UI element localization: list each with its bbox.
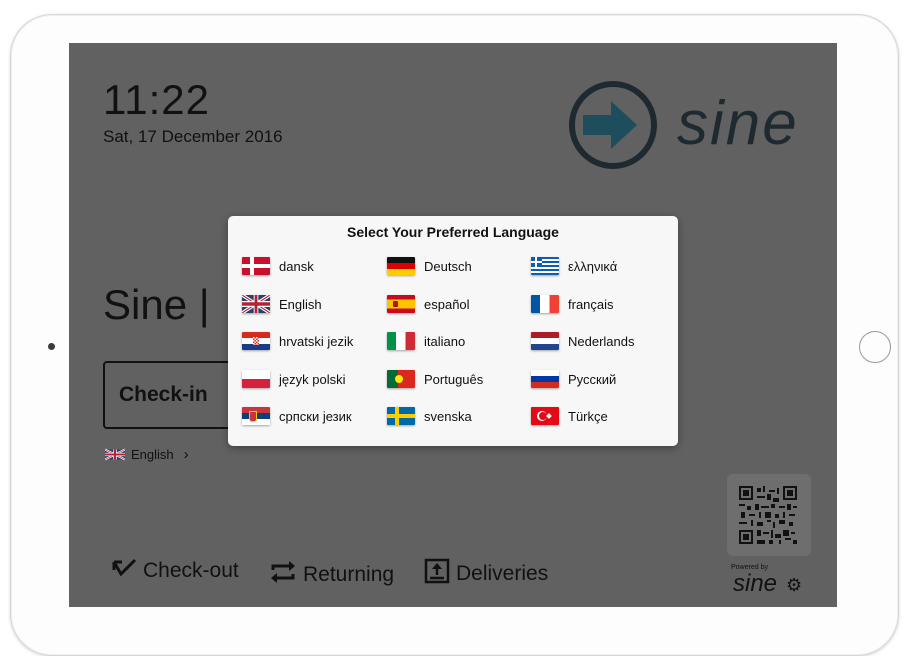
italy-flag-icon (387, 332, 415, 350)
qr-code-icon (739, 486, 797, 544)
language-option-greek[interactable]: ελληνικά (531, 257, 617, 275)
language-option-espanol[interactable]: español (387, 295, 470, 313)
language-option-english[interactable]: English (242, 295, 322, 313)
clock-date: Sat, 17 December 2016 (103, 127, 283, 146)
language-option-hrvatski[interactable]: hrvatski jezik (242, 332, 353, 350)
uk-flag-icon (104, 448, 126, 461)
germany-flag-icon (387, 257, 415, 275)
language-option-polski[interactable]: język polski (242, 370, 345, 388)
clock-time: 11:22 (103, 76, 210, 123)
language-label: English (131, 447, 174, 462)
language-label: español (424, 296, 470, 312)
language-label: français (568, 296, 614, 312)
language-option-francais[interactable]: français (531, 295, 614, 313)
denmark-flag-icon (242, 257, 270, 275)
language-option-srpski[interactable]: српски језик (242, 407, 352, 425)
sweden-flag-icon (387, 407, 415, 425)
brand-logo: sine (677, 89, 799, 158)
qr-code (727, 474, 811, 556)
spain-flag-icon (387, 295, 415, 313)
arrow-down-left-icon (111, 558, 137, 584)
language-label: Русский (568, 371, 617, 387)
repeat-icon (269, 558, 297, 592)
language-option-turkce[interactable]: Türkçe (531, 407, 608, 425)
language-label: српски језик (279, 408, 352, 424)
checkin-label: Check-in (119, 383, 208, 406)
language-modal: Select Your Preferred Language dansk Eng… (228, 216, 678, 446)
russia-flag-icon (531, 370, 559, 388)
language-option-nederlands[interactable]: Nederlands (531, 332, 635, 350)
language-label: English (279, 296, 322, 312)
chevron-right-icon: › (183, 446, 189, 463)
language-label: Português (424, 371, 484, 387)
deliveries-button[interactable]: Deliveries (424, 558, 548, 590)
checkout-button[interactable]: Check-out (111, 558, 239, 584)
language-label: hrvatski jezik (279, 333, 354, 349)
welcome-heading: Sine | (103, 281, 210, 328)
language-option-portugues[interactable]: Português (387, 370, 483, 388)
language-label: Türkçe (568, 408, 608, 424)
language-label: dansk (279, 258, 314, 274)
checkout-label: Check-out (143, 559, 239, 582)
language-label: język polski (279, 371, 346, 387)
home-button[interactable] (859, 331, 891, 363)
modal-title: Select Your Preferred Language (347, 224, 559, 240)
poland-flag-icon (242, 370, 270, 388)
returning-label: Returning (303, 563, 395, 586)
language-option-dansk[interactable]: dansk (242, 257, 314, 275)
language-label: svenska (424, 408, 472, 424)
language-option-deutsch[interactable]: Deutsch (387, 257, 472, 275)
gear-icon[interactable]: ⚙ (786, 575, 802, 596)
netherlands-flag-icon (531, 332, 559, 350)
tray-arrow-icon (424, 558, 450, 590)
language-selector[interactable]: English › (104, 446, 189, 463)
language-option-svenska[interactable]: svenska (387, 407, 472, 425)
returning-button[interactable]: Returning (269, 558, 394, 592)
france-flag-icon (531, 295, 559, 313)
turkey-flag-icon (531, 407, 559, 425)
language-option-italiano[interactable]: italiano (387, 332, 465, 350)
footer-logo: sine (733, 570, 778, 597)
uk-flag-icon (242, 295, 270, 313)
language-label: italiano (424, 333, 466, 349)
portugal-flag-icon (387, 370, 415, 388)
serbia-flag-icon (242, 407, 270, 425)
language-option-russian[interactable]: Русский (531, 370, 616, 388)
logo-arrow-icon (569, 81, 657, 169)
language-label: Nederlands (568, 333, 635, 349)
greece-flag-icon (531, 257, 559, 275)
language-label: ελληνικά (568, 258, 618, 274)
camera-dot (48, 343, 55, 350)
language-label: Deutsch (424, 258, 472, 274)
croatia-flag-icon (242, 332, 270, 350)
deliveries-label: Deliveries (456, 562, 549, 585)
